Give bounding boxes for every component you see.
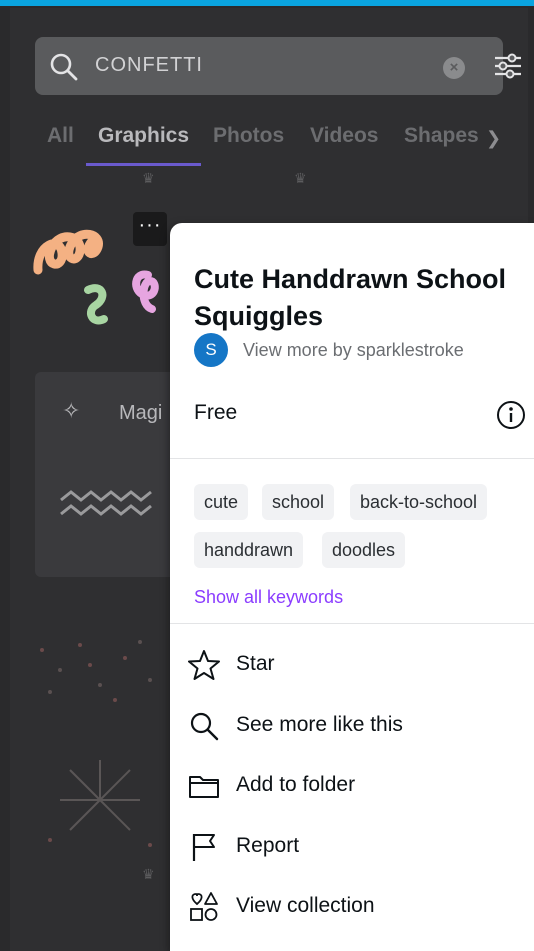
tab-graphics[interactable]: Graphics (98, 124, 189, 148)
folder-icon (189, 776, 219, 798)
menu-item-see-more[interactable]: See more like this (188, 706, 518, 746)
keyword-tag[interactable]: handdrawn (194, 532, 304, 568)
sparkle-icon: ✧ (62, 398, 81, 423)
tab-videos[interactable]: Videos (310, 124, 378, 148)
magic-suggestion-card[interactable]: ✧ Magi (35, 372, 175, 577)
category-tabs: All Graphics Photos Videos Shapes (47, 124, 528, 164)
window-top-accent (0, 0, 534, 6)
zigzag-graphic-thumbnail (60, 490, 152, 516)
keyword-tag[interactable]: back-to-school (350, 484, 488, 520)
tab-photos[interactable]: Photos (213, 124, 284, 148)
magic-label: Magi (119, 402, 163, 424)
menu-item-label: Star (236, 652, 275, 675)
menu-item-label: See more like this (236, 713, 403, 736)
menu-item-label: Report (236, 834, 300, 857)
star-icon (188, 650, 220, 680)
search-icon (190, 712, 219, 741)
price-label: Free (194, 401, 238, 424)
menu-item-label: Add to folder (236, 773, 356, 796)
keyword-tag[interactable]: cute (194, 484, 249, 520)
crown-icon: ♛ (294, 170, 307, 186)
tab-all[interactable]: All (47, 124, 74, 148)
menu-item-add-to-folder[interactable]: Add to folder (188, 766, 518, 806)
clear-search-icon[interactable]: × (443, 57, 465, 79)
show-all-keywords-link[interactable]: Show all keywords (194, 587, 343, 608)
more-options-button[interactable]: ··· (133, 212, 167, 246)
tab-shapes[interactable]: Shapes (404, 124, 479, 148)
menu-item-report[interactable]: Report (188, 827, 518, 867)
menu-item-label: View collection (236, 894, 375, 917)
menu-item-view-collection[interactable]: View collection (188, 887, 518, 927)
collection-icon (190, 892, 218, 921)
chevron-right-icon[interactable]: ❯ (486, 128, 501, 149)
keyword-tag[interactable]: school (262, 484, 335, 520)
search-icon (50, 53, 78, 81)
flag-icon (192, 834, 215, 861)
active-tab-indicator (86, 163, 201, 166)
search-input[interactable]: CONFETTI (95, 54, 203, 77)
divider (170, 623, 534, 624)
confetti-graphic-thumbnail[interactable] (30, 630, 170, 710)
search-bar[interactable]: CONFETTI × (35, 37, 521, 95)
creator-link[interactable]: View more by sparklestroke (243, 340, 464, 361)
graphic-details-popover: Cute Handdrawn School Squiggles S View m… (170, 223, 534, 951)
fireworks-graphic-thumbnail[interactable] (30, 745, 170, 855)
avatar[interactable]: S (194, 333, 228, 367)
menu-item-star[interactable]: Star (188, 645, 518, 685)
crown-icon: ♛ (142, 170, 155, 186)
keyword-tag[interactable]: doodles (322, 532, 406, 568)
divider (170, 458, 534, 459)
crown-icon: ♛ (142, 866, 155, 882)
graphic-title: Cute Handdrawn School Squiggles (194, 264, 507, 331)
filter-icon[interactable] (493, 51, 523, 81)
info-icon[interactable] (496, 400, 526, 430)
